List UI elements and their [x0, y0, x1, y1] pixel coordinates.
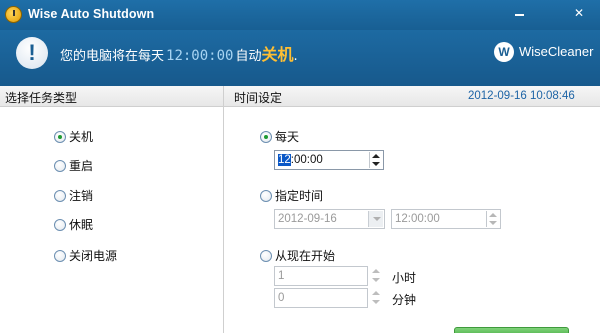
- hours-spinner-icon[interactable]: [370, 266, 382, 286]
- spin-up-icon[interactable]: [372, 154, 380, 158]
- radio-from-now[interactable]: 从现在开始: [260, 247, 335, 264]
- minutes-value: 0: [278, 292, 285, 304]
- brand-link[interactable]: WiseCleaner: [519, 44, 593, 59]
- task-type-header: 选择任务类型: [5, 91, 78, 105]
- hours-input[interactable]: 1: [274, 266, 368, 286]
- radio-label: 重启: [69, 159, 94, 173]
- radio-label: 注销: [69, 189, 94, 203]
- time-rest: :00:00: [290, 154, 323, 166]
- spin-down-icon[interactable]: [489, 221, 497, 225]
- chevron-down-icon[interactable]: [368, 211, 383, 227]
- radio-dot-icon[interactable]: [260, 249, 272, 262]
- radio-label: 关机: [69, 130, 94, 144]
- panel-divider: [223, 86, 224, 333]
- banner-suffix: .: [293, 49, 298, 64]
- minutes-unit: 分钟: [392, 293, 417, 307]
- radio-restart[interactable]: 重启: [54, 157, 93, 174]
- specified-time-input[interactable]: 12:00:00: [391, 209, 501, 229]
- time-spinner[interactable]: [369, 152, 382, 168]
- exclamation-icon: !: [16, 37, 48, 69]
- radio-label: 每天: [275, 130, 300, 144]
- radio-label: 指定时间: [275, 189, 324, 203]
- minutes-spinner-icon[interactable]: [370, 288, 382, 308]
- daily-time-input[interactable]: 12:00:00: [274, 150, 384, 170]
- hours-value: 1: [278, 270, 285, 282]
- current-datetime: 2012-09-16 10:08:46: [468, 90, 575, 102]
- radio-label: 从现在开始: [275, 249, 336, 263]
- radio-dot-icon[interactable]: [54, 130, 66, 143]
- banner-middle: 自动: [235, 49, 262, 64]
- window-title: Wise Auto Shutdown: [28, 7, 155, 21]
- radio-dot-icon[interactable]: [54, 159, 66, 172]
- radio-dot-icon[interactable]: [54, 249, 66, 262]
- radio-dot-icon[interactable]: [260, 189, 272, 202]
- radio-dot-icon[interactable]: [260, 130, 272, 143]
- radio-power-off[interactable]: 关闭电源: [54, 247, 117, 264]
- radio-specified-time[interactable]: 指定时间: [260, 187, 323, 204]
- radio-shutdown[interactable]: 关机: [54, 128, 93, 145]
- title-bar: Wise Auto Shutdown ✕: [0, 0, 600, 30]
- radio-label: 休眠: [69, 218, 94, 232]
- radio-dot-icon[interactable]: [54, 218, 66, 231]
- wisecleaner-logo-icon[interactable]: W: [494, 42, 514, 62]
- radio-hibernate[interactable]: 休眠: [54, 216, 93, 233]
- status-banner: ! 您的电脑将在每天 12:00:00 自动关机. W WiseCleaner: [0, 30, 600, 86]
- banner-prefix: 您的电脑将在每天: [60, 49, 165, 64]
- specified-date-picker[interactable]: 2012-09-16: [274, 209, 385, 229]
- banner-time: 12:00:00: [166, 48, 234, 64]
- radio-daily[interactable]: 每天: [260, 128, 299, 145]
- minimize-icon[interactable]: [513, 6, 527, 20]
- time-hour-selection[interactable]: 12: [278, 154, 291, 166]
- minutes-input[interactable]: 0: [274, 288, 368, 308]
- time-value: 12:00:00: [395, 213, 440, 225]
- spin-down-icon[interactable]: [372, 162, 380, 166]
- radio-dot-icon[interactable]: [54, 189, 66, 202]
- spin-up-icon[interactable]: [489, 213, 497, 217]
- banner-message: 您的电脑将在每天 12:00:00 自动关机.: [60, 41, 298, 65]
- time-spinner[interactable]: [486, 211, 499, 227]
- radio-label: 关闭电源: [69, 249, 118, 263]
- clock-icon: [5, 6, 22, 23]
- start-button[interactable]: [454, 327, 569, 333]
- radio-logoff[interactable]: 注销: [54, 187, 93, 204]
- hours-unit: 小时: [392, 271, 417, 285]
- close-icon[interactable]: ✕: [572, 6, 586, 20]
- time-settings-header: 时间设定: [234, 91, 283, 105]
- banner-action: 关机: [261, 45, 294, 64]
- section-headers: 选择任务类型 时间设定 2012-09-16 10:08:46: [0, 86, 600, 107]
- date-value: 2012-09-16: [278, 213, 337, 225]
